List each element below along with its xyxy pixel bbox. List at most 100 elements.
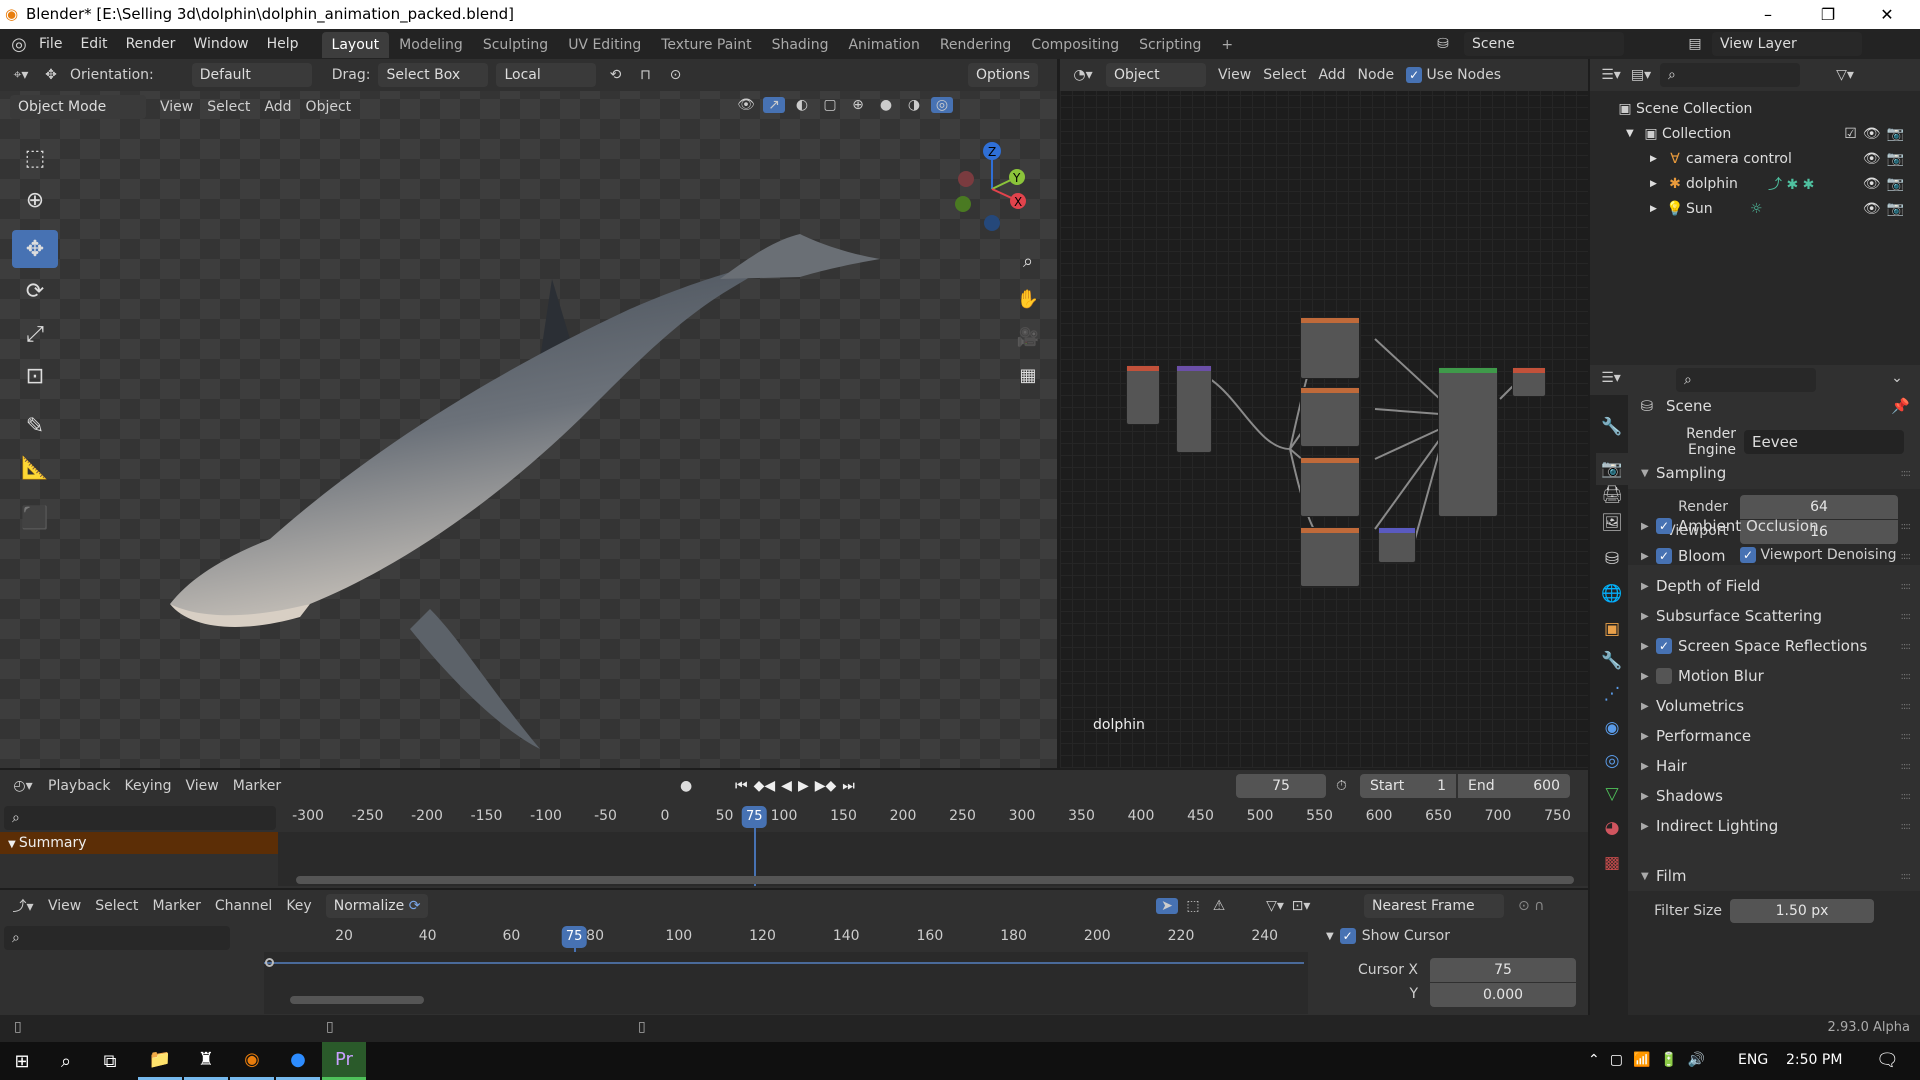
move-tool-icon[interactable]: ✥ — [12, 230, 58, 268]
visibility-toggles[interactable]: ☑👁📷 — [1844, 126, 1910, 142]
camera-view-icon[interactable]: 🎥 — [1015, 319, 1041, 357]
start-frame-field[interactable]: Start 1 — [1360, 774, 1456, 798]
blender-taskbar-icon[interactable]: ◉ — [230, 1042, 274, 1080]
pan-hand-icon[interactable]: ✋ — [1015, 281, 1041, 319]
panel-header[interactable]: ▶ ✓ Ambient Occlusion:::: — [1636, 511, 1920, 541]
app-icon[interactable]: ♜ — [184, 1042, 228, 1080]
maximize-button[interactable]: ❐ — [1805, 0, 1851, 29]
tab-rendering[interactable]: Rendering — [930, 32, 1022, 58]
overlay-icon[interactable]: ◐ — [791, 97, 813, 113]
panel-header[interactable]: ▶ Subsurface Scattering:::: — [1636, 601, 1920, 631]
prev-keyframe-icon[interactable]: ◆◀ — [754, 778, 776, 794]
cursor-y-field[interactable]: 0.000 — [1430, 983, 1576, 1007]
system-tray-icons[interactable]: ⌃▢📶🔋🔊 — [1588, 1052, 1715, 1068]
options-dropdown[interactable]: Options — [968, 63, 1039, 87]
stopwatch-icon[interactable]: ⏱ — [1336, 778, 1347, 794]
editor-type-icon[interactable]: ☰▾ — [1600, 67, 1622, 83]
mode-dropdown[interactable]: Object Mode — [10, 95, 146, 119]
close-button[interactable]: ✕ — [1864, 0, 1910, 29]
panel-header[interactable]: ▶ ✓ Bloom:::: — [1636, 541, 1920, 571]
minimize-button[interactable]: – — [1745, 0, 1791, 29]
tab-modeling[interactable]: Modeling — [389, 32, 473, 58]
node-image-texture-3[interactable] — [1300, 457, 1360, 517]
normalize-toggle[interactable]: Normalize ⟳ — [325, 894, 429, 918]
play-icon[interactable]: ▶ — [798, 778, 809, 794]
end-frame-field[interactable]: End 600 — [1458, 774, 1570, 798]
menu-marker[interactable]: Marker — [152, 898, 200, 914]
panel-enable-checkbox[interactable]: ✓ — [1656, 518, 1672, 534]
playhead-frame-indicator[interactable]: 75 — [741, 806, 767, 828]
show-cursor-checkbox[interactable]: ▼ ✓ Show Cursor — [1318, 924, 1588, 948]
scene-selector[interactable]: Scene — [1464, 32, 1624, 56]
node-texture-coordinate[interactable] — [1126, 365, 1160, 425]
panel-header[interactable]: ▶ ✓ Screen Space Reflections:::: — [1636, 631, 1920, 661]
menu-object[interactable]: Object — [306, 99, 352, 115]
tab-compositing[interactable]: Compositing — [1021, 32, 1129, 58]
menu-keying[interactable]: Keying — [124, 778, 171, 794]
only-selected-icon[interactable]: ➤ — [1156, 898, 1178, 914]
dolphin-model[interactable] — [160, 209, 900, 769]
blender-menu-icon[interactable]: ◎ — [8, 34, 30, 55]
scale-tool-icon[interactable]: ⤢ — [12, 315, 58, 353]
normalize-refresh-icon[interactable]: ⟳ — [409, 898, 421, 914]
menu-file[interactable]: File — [30, 29, 71, 59]
panel-header[interactable]: ▶ Hair:::: — [1636, 751, 1920, 781]
search-icon[interactable]: ⌕ — [44, 1042, 88, 1080]
node-normal-map[interactable] — [1378, 527, 1416, 563]
proportional-edit-icon[interactable]: ⊙ ∩ — [1518, 898, 1544, 914]
visibility-toggles[interactable]: 👁📷 — [1863, 201, 1910, 217]
editor-type-icon[interactable]: ☰▾ — [1600, 370, 1622, 386]
annotate-tool-icon[interactable]: ✎ — [12, 407, 58, 445]
panel-enable-checkbox[interactable] — [1656, 668, 1672, 684]
panel-enable-checkbox[interactable]: ✓ — [1656, 548, 1672, 564]
material-tab-icon[interactable]: ◕ — [1596, 812, 1628, 844]
menu-select[interactable]: Select — [95, 898, 138, 914]
snap-icon[interactable]: ⟲ — [604, 67, 626, 83]
solid-shading-icon[interactable]: ● — [875, 97, 897, 113]
task-view-icon[interactable]: ⧉ — [88, 1042, 132, 1080]
menu-marker[interactable]: Marker — [233, 778, 281, 794]
panel-header[interactable]: ▶ Shadows:::: — [1636, 781, 1920, 811]
node-image-texture-4[interactable] — [1300, 527, 1360, 587]
modifier-tab-icon[interactable]: 🔧 — [1596, 645, 1628, 677]
shader-node-editor[interactable]: ◔▾ Object View Select Add Node ✓ Use Nod… — [1060, 59, 1588, 768]
menu-view[interactable]: View — [186, 778, 219, 794]
panel-header[interactable]: ▶ Performance:::: — [1636, 721, 1920, 751]
timeline-scrollbar[interactable] — [296, 876, 1574, 884]
panel-enable-checkbox[interactable]: ✓ — [1656, 638, 1672, 654]
menu-window[interactable]: Window — [184, 29, 257, 59]
filter-icon[interactable]: ▽▾ — [1264, 898, 1286, 914]
ortho-grid-icon[interactable]: ▦ — [1015, 357, 1041, 395]
windows-start-icon[interactable]: ⊞ — [0, 1042, 44, 1080]
zalo-icon[interactable]: ● — [276, 1042, 320, 1080]
only-errors-icon[interactable]: ⚠ — [1208, 898, 1230, 914]
playhead-frame-indicator[interactable]: 75 — [561, 926, 587, 948]
file-explorer-icon[interactable]: 📁 — [138, 1042, 182, 1080]
constraints-tab-icon[interactable]: ◎ — [1596, 745, 1628, 777]
menu-select[interactable]: Select — [207, 99, 250, 115]
graph-search-input[interactable]: ⌕ — [4, 926, 230, 950]
menu-edit[interactable]: Edit — [71, 29, 116, 59]
fcurve-line[interactable] — [264, 962, 1304, 964]
menu-view[interactable]: View — [48, 898, 81, 914]
tab-animation[interactable]: Animation — [838, 32, 929, 58]
display-mode-icon[interactable]: ▤▾ — [1630, 67, 1652, 83]
graph-ruler[interactable]: 20 40 60 80 100 120 140 160 180 200 220 240 75 — [264, 926, 1308, 1012]
material-shading-icon[interactable]: ◑ — [903, 97, 925, 113]
properties-search-input[interactable]: ⌕ — [1676, 368, 1816, 392]
data-tab-icon[interactable]: ▽ — [1596, 778, 1628, 810]
proportional-edit-icon[interactable]: ⊙ — [664, 67, 686, 83]
visibility-icon[interactable]: 👁 — [735, 97, 757, 113]
wireframe-shading-icon[interactable]: ⊕ — [847, 97, 869, 113]
filter-icon[interactable]: ▽▾ — [1834, 67, 1856, 83]
orientation-dropdown[interactable]: Default — [191, 63, 312, 87]
scene-tab-icon[interactable]: ⛁ — [1596, 543, 1628, 575]
node-mapping[interactable] — [1176, 365, 1212, 453]
xray-icon[interactable]: ▢ — [819, 97, 841, 113]
outliner-item-sun[interactable]: ▶ 💡 Sun ☼ 👁📷 — [1590, 196, 1920, 221]
outliner-item-dolphin[interactable]: ▶ ✱ dolphin ⤴ ✱ ✱ 👁📷 — [1590, 171, 1920, 196]
gizmo-toggle-icon[interactable]: ↗ — [763, 97, 785, 113]
panel-header[interactable]: ▶ Volumetrics:::: — [1636, 691, 1920, 721]
add-workspace-button[interactable]: + — [1211, 32, 1243, 58]
graph-curve-area[interactable] — [264, 952, 1308, 1014]
